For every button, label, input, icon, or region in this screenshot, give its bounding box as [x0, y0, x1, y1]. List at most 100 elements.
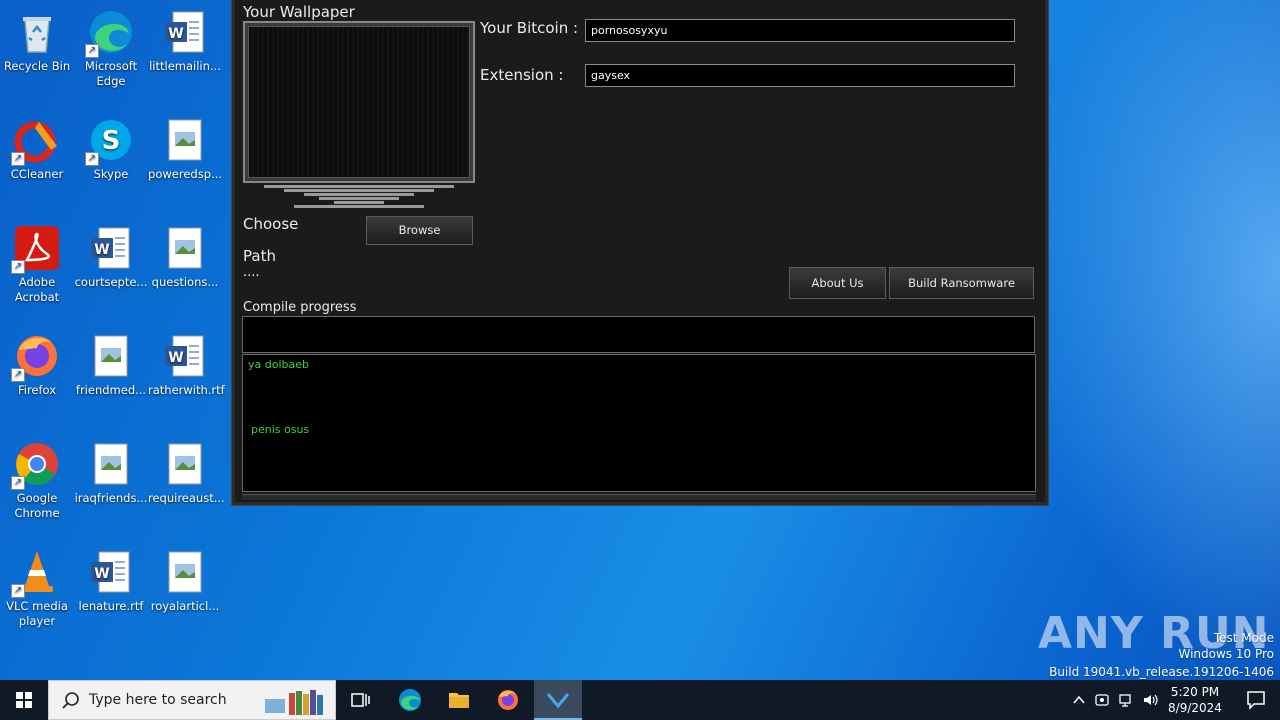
bitcoin-address-input[interactable]: pornososyxyu	[585, 19, 1015, 42]
desktop-icon-label: Firefox	[17, 383, 57, 397]
desktop-icon-label: iraqfriends...	[74, 491, 148, 505]
network-icon[interactable]	[1118, 692, 1134, 708]
choose-label: Choose	[243, 215, 299, 233]
log-line: ya dolbaeb	[248, 358, 309, 371]
desktop-icon-label: ratherwith.rtf	[148, 383, 225, 397]
taskbar-firefox[interactable]	[484, 680, 532, 720]
start-button[interactable]	[0, 680, 48, 720]
desktop-icon-littlemailin[interactable]: W littlemailin...	[148, 8, 222, 74]
extension-input[interactable]: gaysex	[585, 64, 1015, 87]
search-highlight-books-icon	[265, 690, 323, 715]
desktop-icon-label: Recycle Bin	[3, 59, 71, 73]
task-view-button[interactable]	[336, 680, 384, 720]
desktop-icon-label: Skype	[93, 167, 129, 181]
bitcoin-label: Your Bitcoin :	[480, 19, 579, 37]
shortcut-arrow-icon: ↗	[11, 476, 25, 490]
browse-button[interactable]: Browse	[366, 216, 473, 245]
search-icon	[62, 692, 79, 709]
desktop-icon-friendmed[interactable]: friendmed...	[74, 332, 148, 398]
notification-icon	[1247, 691, 1265, 710]
about-us-button[interactable]: About Us	[789, 267, 886, 299]
firefox-icon	[498, 690, 518, 710]
shortcut-arrow-icon: ↗	[11, 368, 25, 382]
image-file-icon	[161, 548, 209, 596]
svg-text:W: W	[168, 350, 183, 366]
shortcut-arrow-icon: ↗	[85, 44, 99, 58]
image-file-icon	[87, 332, 135, 380]
desktop-icon-label: Adobe Acrobat	[14, 275, 60, 304]
compile-progress-label: Compile progress	[243, 300, 357, 315]
desktop-icon-label: royalarticl...	[150, 599, 220, 613]
taskbar-file-explorer[interactable]	[435, 680, 483, 720]
shortcut-arrow-icon: ↗	[11, 584, 25, 598]
shortcut-arrow-icon: ↗	[11, 260, 25, 274]
shortcut-arrow-icon: ↗	[11, 152, 25, 166]
taskbar-edge[interactable]	[386, 680, 434, 720]
volume-icon[interactable]	[1142, 692, 1158, 708]
taskbar-ransomware-builder[interactable]	[534, 680, 582, 720]
path-value: ....	[243, 265, 260, 280]
taskbar-clock[interactable]: 5:20 PM 8/9/2024	[1160, 684, 1230, 716]
desktop-icon-vlc[interactable]: ↗ VLC media player	[0, 548, 74, 629]
desktop-icon-google-chrome[interactable]: ↗ Google Chrome	[0, 440, 74, 521]
log-line: penis osus	[251, 423, 310, 436]
build-ransomware-button[interactable]: Build Ransomware	[889, 267, 1034, 299]
edge-icon: ↗	[85, 8, 135, 58]
desktop-icon-lenature[interactable]: W lenature.rtf	[74, 548, 148, 614]
extension-label: Extension :	[480, 66, 564, 84]
wallpaper-glow	[1020, 0, 1280, 680]
desktop-icon-ccleaner[interactable]: ↗ CCleaner	[0, 116, 74, 182]
chevron-up-icon[interactable]	[1072, 694, 1086, 706]
desktop-icon-label: VLC media player	[6, 599, 68, 628]
action-center-button[interactable]	[1232, 680, 1280, 720]
desktop-icon-label: poweredsp...	[148, 167, 222, 181]
desktop-icon-label: CCleaner	[10, 167, 64, 181]
desktop-icon-microsoft-edge[interactable]: ↗ Microsoft Edge	[74, 8, 148, 89]
clock-time: 5:20 PM	[1170, 685, 1220, 699]
vlc-icon: ↗	[11, 548, 61, 598]
wallpaper-label: Your Wallpaper	[243, 3, 355, 21]
image-file-icon	[161, 224, 209, 272]
clock-date: 8/9/2024	[1168, 701, 1222, 715]
taskbar-search-box[interactable]: Type here to search	[48, 680, 336, 720]
edge-icon	[399, 689, 421, 711]
desktop-icon-label: littlemailin...	[149, 59, 221, 73]
desktop-icon-iraqfriends[interactable]: iraqfriends...	[74, 440, 148, 506]
desktop-icon-label: questions...	[151, 275, 219, 289]
desktop-icon-skype[interactable]: S ↗ Skype	[74, 116, 148, 182]
desktop-icon-ratherwith[interactable]: W ratherwith.rtf	[148, 332, 225, 398]
image-file-icon	[161, 116, 209, 164]
ransomware-builder-window: Your Wallpaper Your Bitcoin : pornososyx…	[232, 0, 1048, 505]
path-label: Path	[243, 247, 276, 265]
desktop-icon-label: requireaust...	[148, 491, 225, 505]
word-document-icon: W	[87, 548, 135, 596]
search-placeholder: Type here to search	[89, 692, 227, 708]
desktop-icon-label: Microsoft Edge	[84, 59, 138, 88]
acrobat-icon: ↗	[11, 224, 61, 274]
wallpaper-preview[interactable]	[243, 21, 475, 183]
window-bottom-strip	[242, 494, 1036, 500]
svg-text:W: W	[168, 26, 183, 42]
word-document-icon: W	[87, 224, 135, 272]
chrome-icon: ↗	[11, 440, 61, 490]
image-file-icon	[87, 440, 135, 488]
folder-icon	[449, 693, 469, 708]
build-label: Build 19041.vb_release.191206-1406	[1049, 665, 1274, 679]
word-document-icon: W	[161, 8, 209, 56]
svg-text:W: W	[94, 242, 109, 258]
desktop-icon-label: Google Chrome	[14, 491, 60, 520]
desktop-icon-label: courtsepte...	[74, 275, 148, 289]
ccleaner-icon: ↗	[11, 116, 61, 166]
desktop-icon-poweredsp[interactable]: poweredsp...	[148, 116, 222, 182]
desktop-icon-courtsepte[interactable]: W courtsepte...	[74, 224, 148, 290]
desktop-icon-recycle-bin[interactable]: Recycle Bin	[0, 8, 74, 74]
wallpaper-preview-screen	[248, 26, 470, 178]
meet-now-icon[interactable]	[1094, 692, 1110, 708]
recycle-bin-icon	[13, 8, 61, 56]
desktop-icon-firefox[interactable]: ↗ Firefox	[0, 332, 74, 398]
desktop-icon-questions[interactable]: questions...	[148, 224, 222, 290]
desktop-icon-royalarticl[interactable]: royalarticl...	[148, 548, 222, 614]
desktop-icon-adobe-acrobat[interactable]: ↗ Adobe Acrobat	[0, 224, 74, 305]
desktop-icon-requireaust[interactable]: requireaust...	[148, 440, 225, 506]
firefox-icon: ↗	[11, 332, 61, 382]
